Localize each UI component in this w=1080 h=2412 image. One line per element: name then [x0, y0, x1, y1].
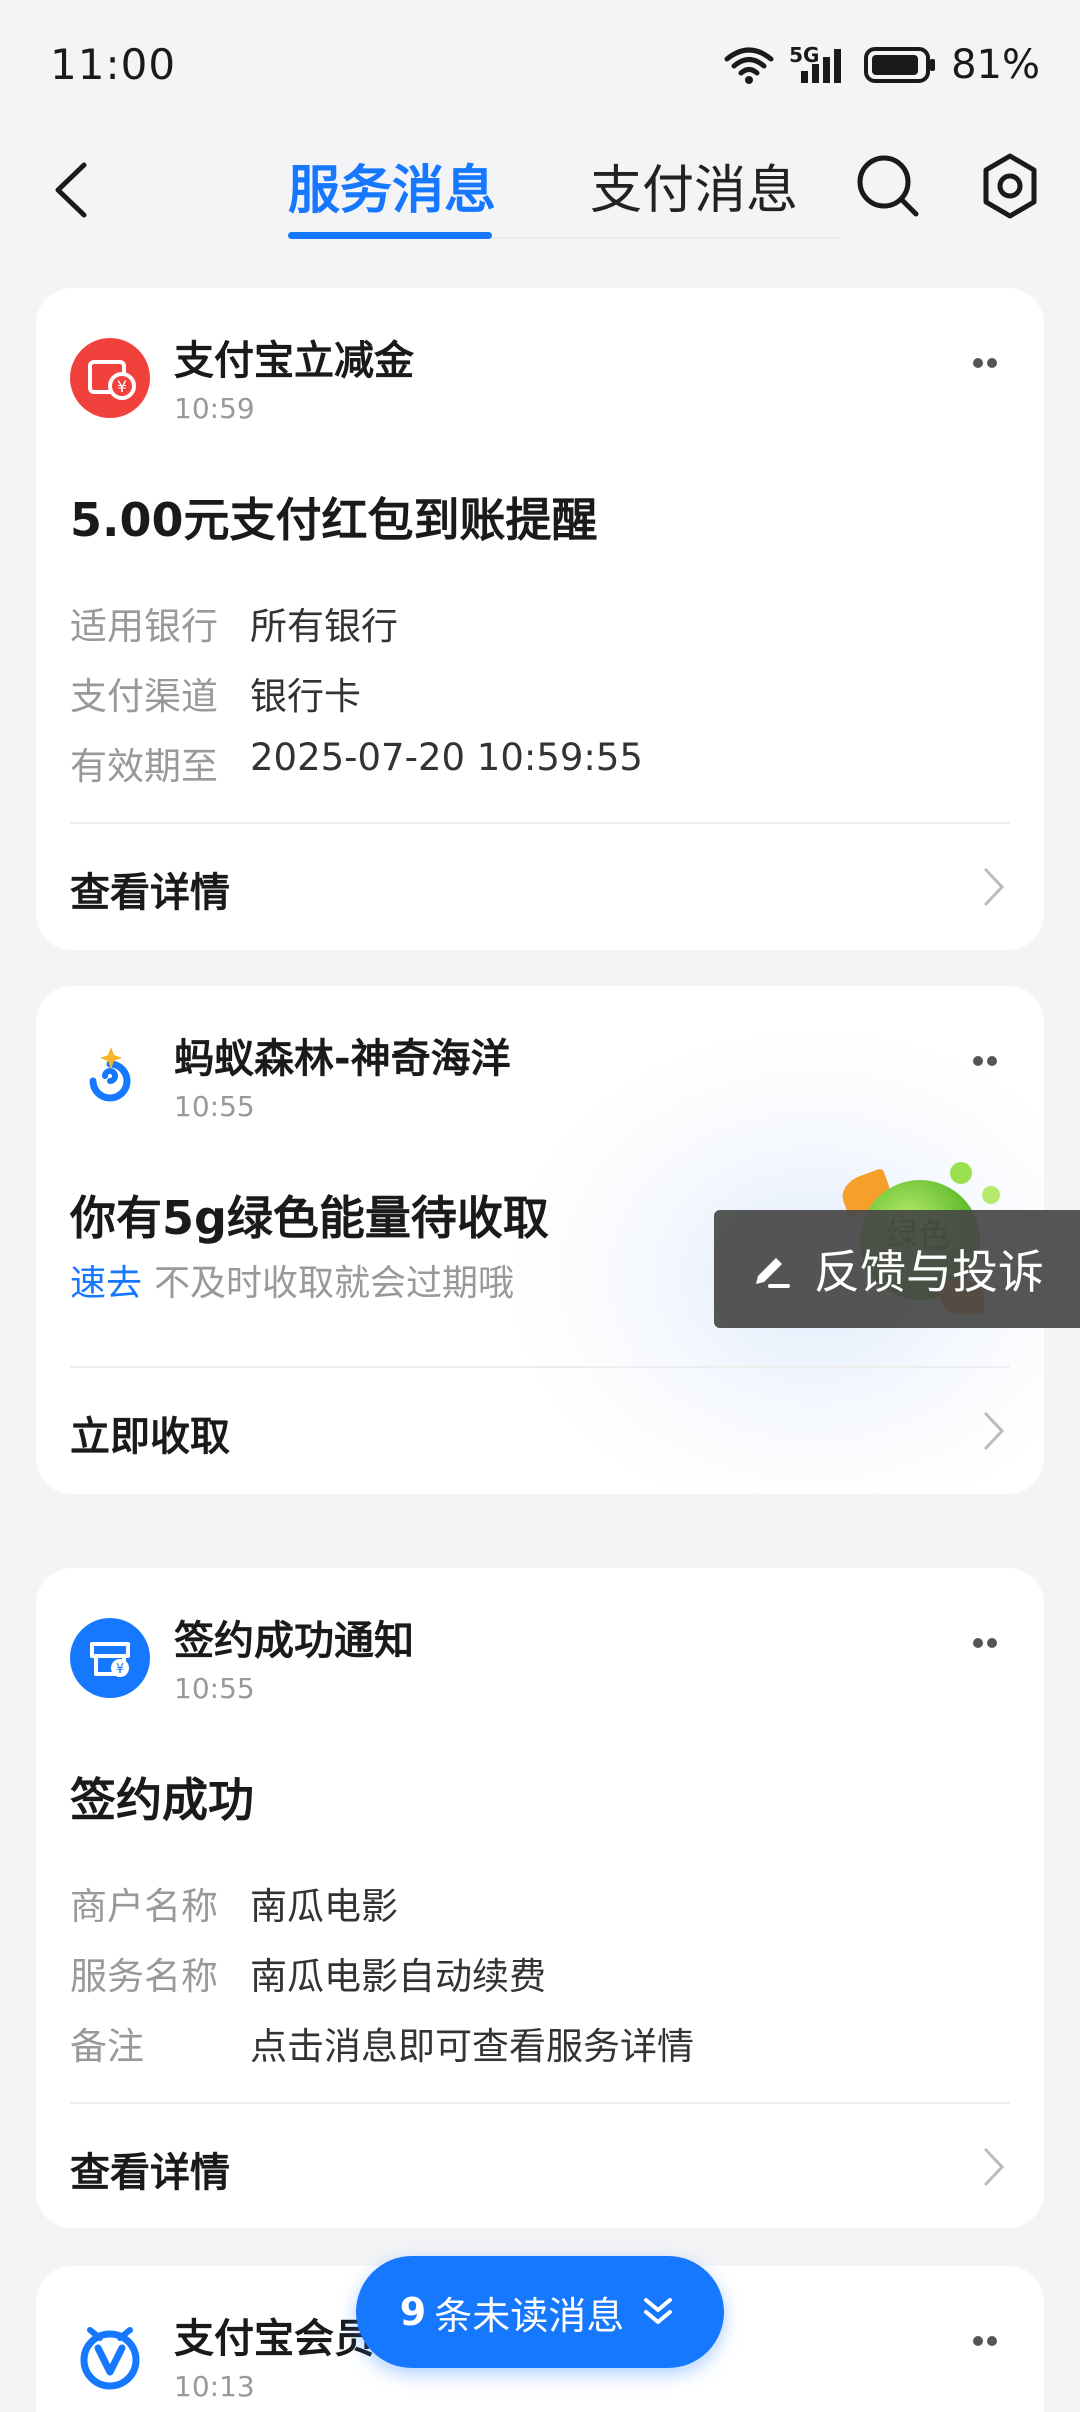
- message-time: 10:55: [174, 1672, 255, 1705]
- card-header: 蚂蚁森林-神奇海洋 10:55: [70, 1036, 511, 1123]
- detail-key: 适用银行: [70, 605, 218, 648]
- message-time: 10:59: [174, 392, 255, 425]
- detail-value: 点击消息即可查看服务详情: [250, 2025, 694, 2068]
- back-button[interactable]: [40, 155, 110, 225]
- detail-row: 商户名称 南瓜电影: [70, 1876, 398, 1930]
- active-tab-indicator: [288, 232, 492, 239]
- subtitle-highlight: 速去: [70, 1263, 143, 1304]
- member-v-icon: [70, 2316, 150, 2396]
- svg-text:¥: ¥: [116, 1662, 124, 1677]
- app-name: 支付宝立减金: [174, 338, 414, 384]
- more-options-icon[interactable]: [960, 2326, 1010, 2356]
- app-name: 蚂蚁森林-神奇海洋: [174, 1036, 511, 1082]
- unread-messages-button[interactable]: 9 条未读消息: [356, 2256, 724, 2368]
- subtitle-text: 不及时收取就会过期哦: [154, 1263, 515, 1304]
- card-title: 你有5g绿色能量待收取: [70, 1191, 549, 1245]
- tab-payment-messages[interactable]: 支付消息: [590, 148, 798, 223]
- detail-row: 有效期至 2025-07-20 10:59:55: [70, 736, 643, 790]
- wifi-icon: [724, 47, 774, 84]
- app-name: 签约成功通知: [174, 1618, 414, 1664]
- detail-key: 有效期至: [70, 745, 218, 788]
- detail-value: 所有银行: [250, 605, 398, 648]
- ocean-swirl-icon: [70, 1036, 150, 1116]
- message-card-contract[interactable]: ¥ 签约成功通知 10:55 签约成功 商户名称 南瓜电影 服务名称 南瓜电影自…: [36, 1568, 1044, 2228]
- detail-key: 支付渠道: [70, 675, 218, 718]
- view-details-link[interactable]: 查看详情: [70, 860, 230, 918]
- detail-row: 支付渠道 银行卡: [70, 666, 361, 720]
- detail-value: 2025-07-20 10:59:55: [250, 736, 643, 779]
- double-chevron-down-icon: [644, 2298, 673, 2324]
- edit-pen-icon: [756, 1258, 790, 1288]
- message-time: 10:13: [174, 2370, 255, 2403]
- search-icon[interactable]: [852, 150, 924, 222]
- status-icons: 5G 81%: [723, 42, 1040, 88]
- card-header: 支付宝会员 10:13: [70, 2316, 374, 2403]
- chevron-right-icon: [984, 868, 1005, 906]
- card-title: 签约成功: [70, 1773, 254, 1827]
- gear-icon[interactable]: [974, 150, 1046, 222]
- card-header: ¥ 支付宝立减金 10:59: [70, 338, 414, 425]
- detail-row: 服务名称 南瓜电影自动续费: [70, 1946, 546, 2000]
- card-divider: [70, 822, 1010, 824]
- message-time: 10:55: [174, 1090, 255, 1123]
- energy-dot: [982, 1186, 1000, 1204]
- card-subtitle: 速去 不及时收取就会过期哦: [70, 1254, 514, 1306]
- battery-icon: [864, 47, 936, 83]
- status-bar: 11:00 5G 81%: [0, 0, 1080, 130]
- battery-percent: 81%: [951, 42, 1040, 88]
- header: 服务消息 支付消息: [0, 130, 1080, 250]
- card-title: 5.00元支付红包到账提醒: [70, 493, 598, 547]
- card-divider: [70, 1366, 1010, 1368]
- detail-key: 商户名称: [70, 1885, 218, 1928]
- feedback-label: 反馈与投诉: [814, 1245, 1044, 1299]
- detail-value: 南瓜电影: [250, 1885, 398, 1928]
- energy-dot: [950, 1162, 972, 1184]
- svg-text:¥: ¥: [117, 377, 127, 396]
- detail-value: 银行卡: [250, 675, 361, 718]
- unread-count: 9: [399, 2290, 427, 2334]
- detail-row: 适用银行 所有银行: [70, 596, 398, 650]
- detail-row: 备注 点击消息即可查看服务详情: [70, 2016, 694, 2070]
- status-time: 11:00: [50, 40, 177, 89]
- view-details-link[interactable]: 查看详情: [70, 2140, 230, 2198]
- more-options-icon[interactable]: [960, 1628, 1010, 1658]
- feedback-button[interactable]: 反馈与投诉: [714, 1210, 1080, 1328]
- chevron-right-icon: [984, 2148, 1005, 2186]
- tab-service-messages[interactable]: 服务消息: [288, 148, 496, 223]
- card-divider: [70, 2102, 1010, 2104]
- more-options-icon[interactable]: [960, 348, 1010, 378]
- collect-now-link[interactable]: 立即收取: [70, 1404, 230, 1462]
- more-options-icon[interactable]: [960, 1046, 1010, 1076]
- app-name: 支付宝会员: [174, 2316, 374, 2362]
- card-header: ¥ 签约成功通知 10:55: [70, 1618, 414, 1705]
- detail-key: 服务名称: [70, 1955, 218, 1998]
- message-card-discount[interactable]: ¥ 支付宝立减金 10:59 5.00元支付红包到账提醒 适用银行 所有银行 支…: [36, 288, 1044, 950]
- detail-value: 南瓜电影自动续费: [250, 1955, 546, 1998]
- signal-icon: 5G: [789, 43, 849, 85]
- chevron-right-icon: [984, 1412, 1005, 1450]
- red-packet-icon: ¥: [70, 338, 150, 418]
- detail-key: 备注: [70, 2025, 144, 2068]
- contract-icon: ¥: [70, 1618, 150, 1698]
- unread-label: 条未读消息: [434, 2293, 625, 2338]
